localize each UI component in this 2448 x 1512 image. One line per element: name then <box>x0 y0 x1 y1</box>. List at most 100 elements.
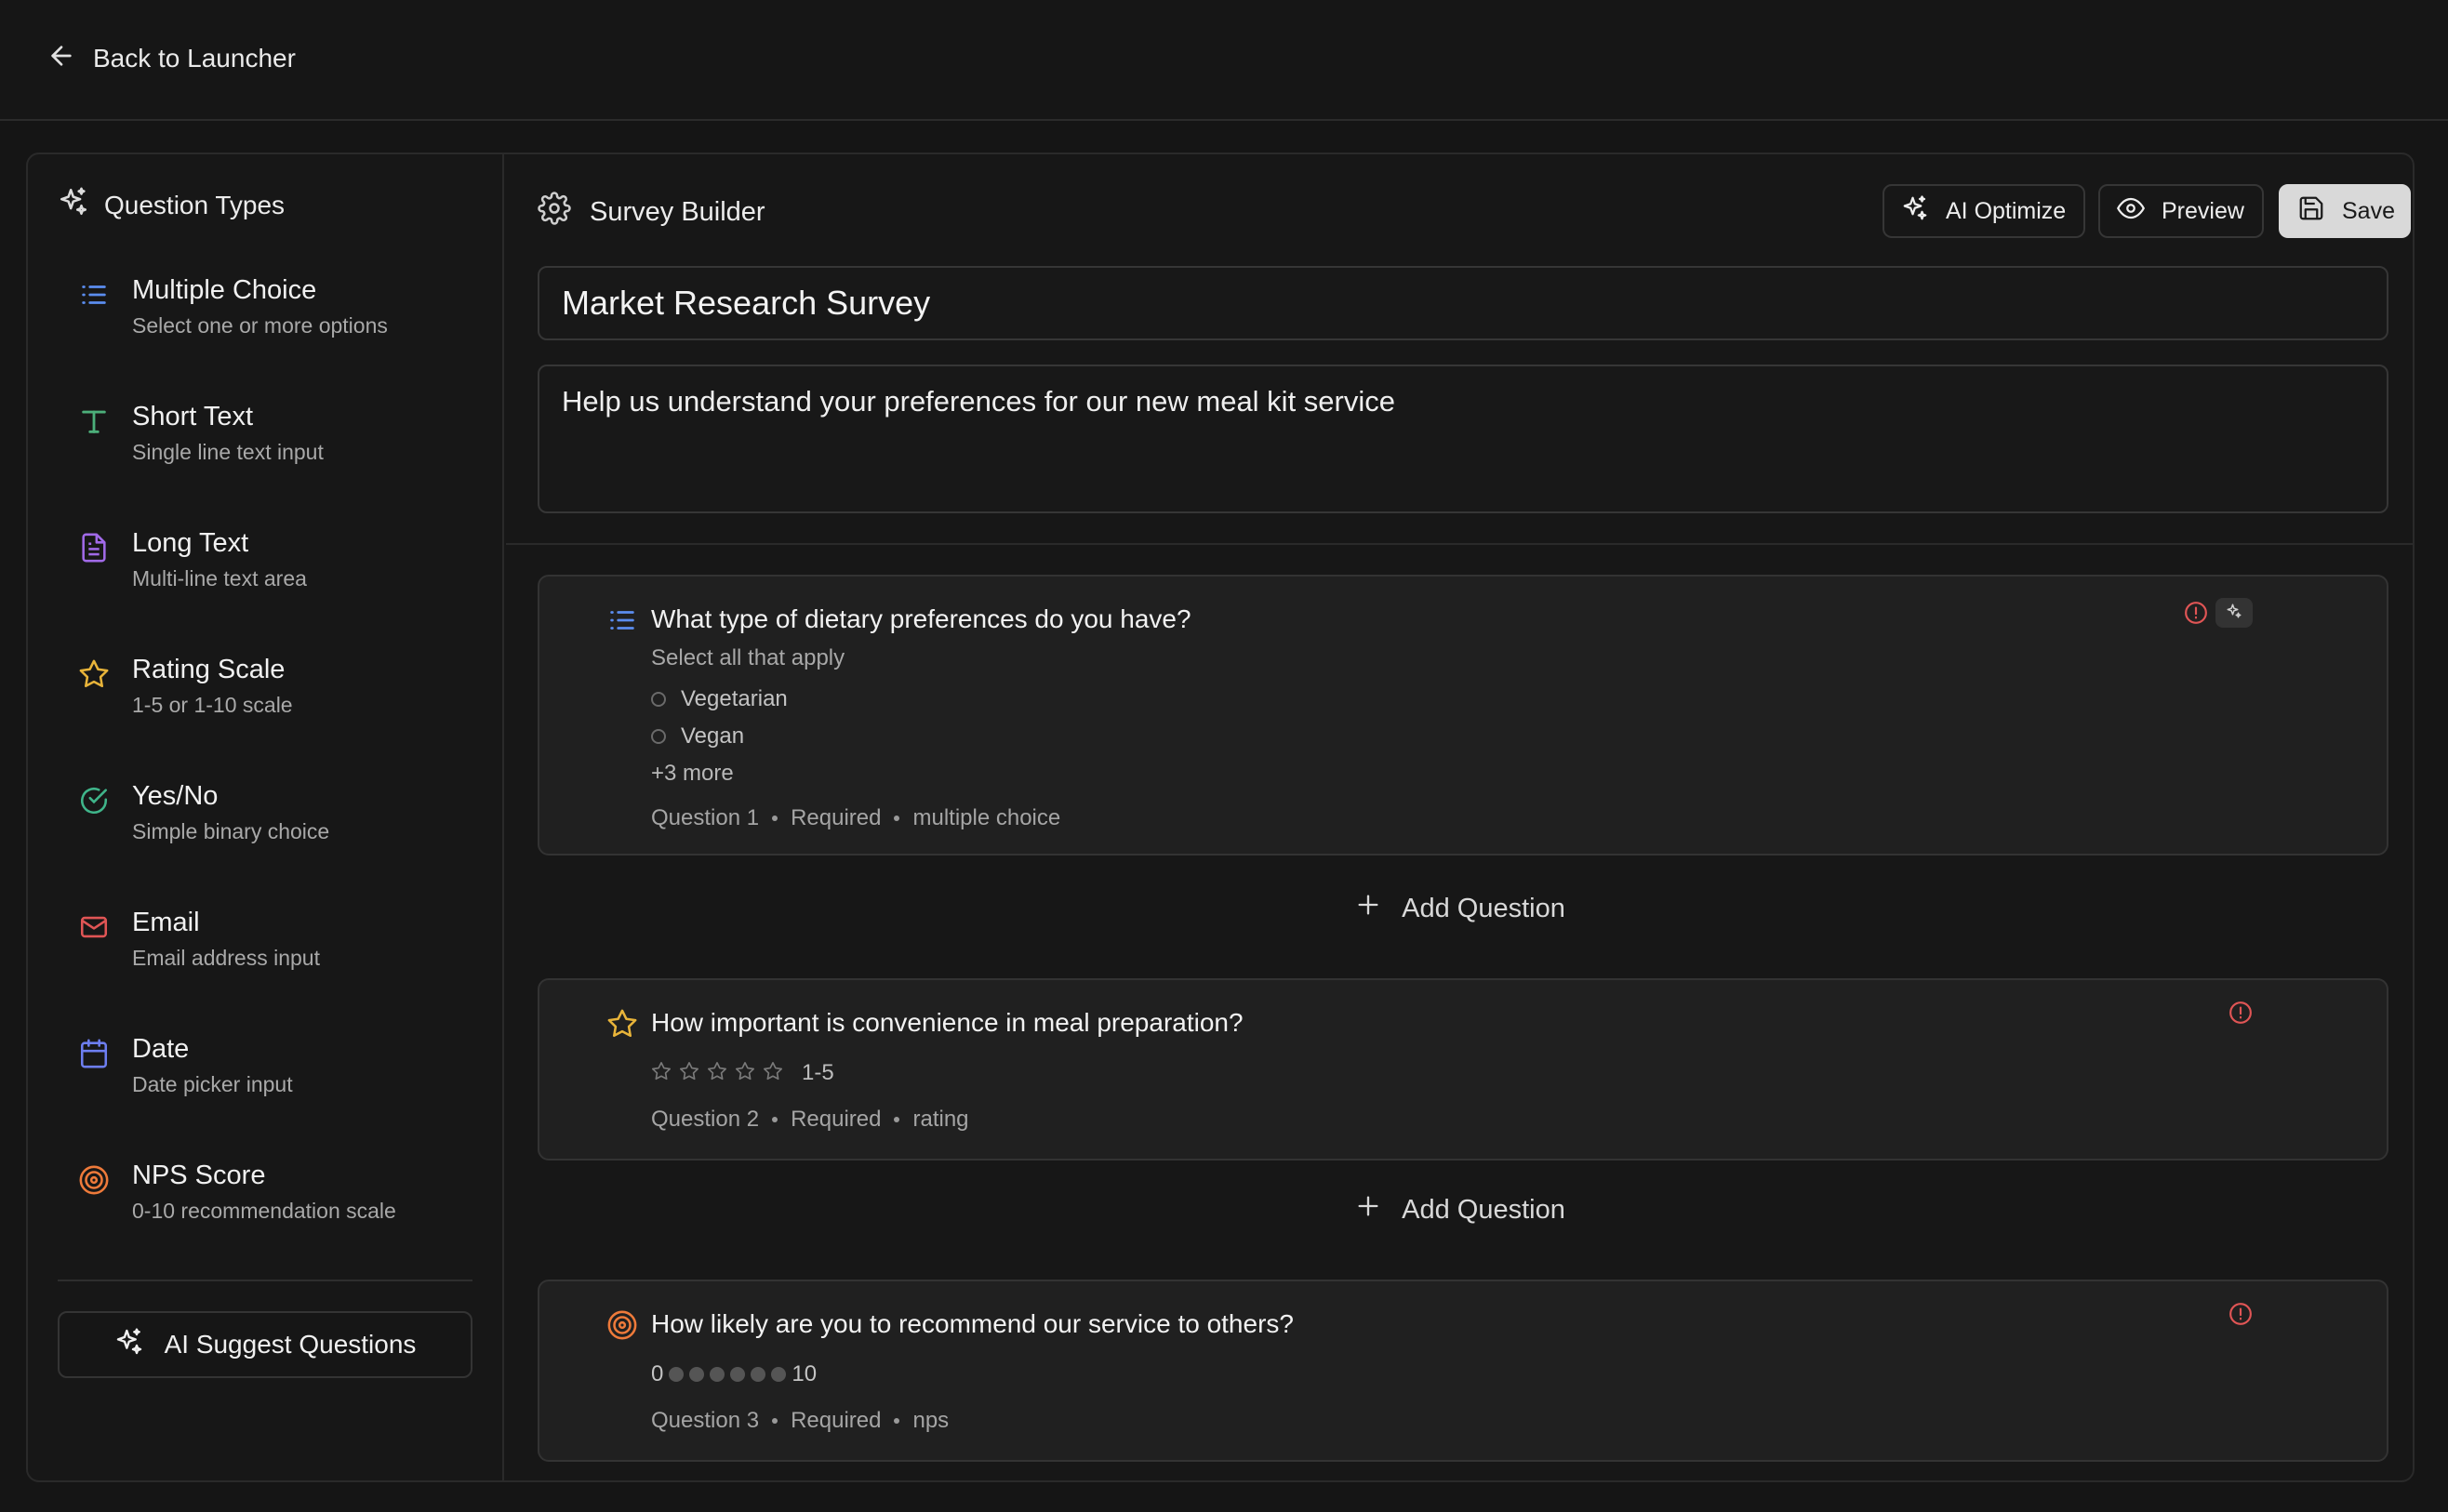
sparkles-icon <box>114 1327 144 1363</box>
question-number: Question 3 <box>651 1408 760 1433</box>
plus-icon <box>1355 1193 1381 1227</box>
separator-dot <box>894 1418 900 1424</box>
calendar-icon <box>78 1038 110 1069</box>
ai-optimize-label: AI Optimize <box>1946 197 2067 224</box>
back-to-launcher-link[interactable]: Back to Launcher <box>47 35 296 82</box>
question-card-2[interactable]: How important is convenience in meal pre… <box>538 978 2388 1161</box>
type-title: Email <box>132 908 200 937</box>
type-nps-score[interactable]: NPS Score 0-10 recommendation scale <box>78 1161 478 1263</box>
option-label: Vegan <box>681 723 745 749</box>
type-title: Multiple Choice <box>132 275 317 305</box>
type-multiple-choice[interactable]: Multiple Choice Select one or more optio… <box>78 275 478 378</box>
question-number: Question 2 <box>651 1107 760 1132</box>
check-circle-icon <box>78 785 110 816</box>
type-description: Date picker input <box>132 1072 293 1096</box>
document-icon <box>78 532 110 564</box>
type-title: Date <box>132 1034 190 1064</box>
type-description: Single line text input <box>132 440 324 464</box>
question-card-3[interactable]: How likely are you to recommend our serv… <box>538 1280 2388 1462</box>
gear-icon <box>538 192 571 232</box>
survey-title-input[interactable] <box>538 266 2388 340</box>
type-title: Short Text <box>132 402 254 431</box>
star-icon <box>78 658 110 690</box>
nps-min-label: 0 <box>651 1361 664 1386</box>
floppy-disk-icon <box>2297 194 2325 229</box>
ai-suggest-questions-button[interactable]: AI Suggest Questions <box>58 1311 472 1378</box>
star-outline-icon <box>679 1061 699 1086</box>
ai-optimize-button[interactable]: AI Optimize <box>1883 184 2085 238</box>
arrow-left-icon <box>47 41 76 77</box>
sparkles-icon <box>1901 194 1929 229</box>
ai-enhance-button[interactable] <box>2215 598 2253 628</box>
question-meta: Question 1 Required multiple choice <box>651 805 1060 831</box>
eye-icon <box>2116 194 2146 229</box>
preview-button[interactable]: Preview <box>2098 184 2264 238</box>
more-options-label: +3 more <box>651 761 734 786</box>
rating-preview: 1-5 <box>651 1060 834 1086</box>
nps-preview: 0 10 <box>651 1361 817 1387</box>
top-bar: Back to Launcher <box>0 0 2448 121</box>
star-outline-icon <box>707 1061 727 1086</box>
add-question-label: Add Question <box>1402 1194 1565 1225</box>
nps-dot <box>710 1367 725 1382</box>
separator-dot <box>894 1117 900 1122</box>
radio-circle <box>651 692 666 707</box>
builder-title: Survey Builder <box>538 192 765 232</box>
type-description: Select one or more options <box>132 313 388 338</box>
alert-circle-icon[interactable] <box>2228 1001 2253 1025</box>
nps-dot <box>689 1367 705 1382</box>
type-description: 0-10 recommendation scale <box>132 1199 396 1223</box>
survey-builder-main: Survey Builder AI Optimize Preview Save … <box>506 154 2413 1480</box>
type-date[interactable]: Date Date picker input <box>78 1034 478 1136</box>
option-item: Vegetarian <box>651 686 788 712</box>
ai-suggest-label: AI Suggest Questions <box>164 1330 417 1359</box>
star-outline-icon <box>735 1061 755 1086</box>
type-title: Yes/No <box>132 781 219 811</box>
type-short-text[interactable]: Short Text Single line text input <box>78 402 478 504</box>
list-icon <box>606 604 638 636</box>
preview-label: Preview <box>2162 197 2244 224</box>
sparkles-icon <box>2226 603 2242 624</box>
radio-circle <box>651 729 666 744</box>
target-icon <box>78 1164 110 1196</box>
nps-dot <box>730 1367 746 1382</box>
alert-circle-icon[interactable] <box>2228 1302 2253 1326</box>
required-label: Required <box>791 1107 882 1132</box>
save-label: Save <box>2342 197 2395 224</box>
sparkles-icon <box>58 186 89 224</box>
separator-dot <box>772 1418 778 1424</box>
separator-dot <box>894 816 900 821</box>
type-email[interactable]: Email Email address input <box>78 908 478 1010</box>
star-outline-icon <box>763 1061 783 1086</box>
add-question-button[interactable]: Add Question <box>506 885 2413 932</box>
question-title: How likely are you to recommend our serv… <box>651 1309 1294 1338</box>
save-button[interactable]: Save <box>2279 184 2411 238</box>
type-yes-no[interactable]: Yes/No Simple binary choice <box>78 781 478 883</box>
back-label: Back to Launcher <box>93 44 296 73</box>
question-type-label: multiple choice <box>912 805 1061 830</box>
question-title: How important is convenience in meal pre… <box>651 1008 1244 1037</box>
type-title: Rating Scale <box>132 655 286 684</box>
sidebar-divider <box>58 1280 472 1281</box>
type-description: Simple binary choice <box>132 819 330 843</box>
question-title: What type of dietary preferences do you … <box>651 604 1191 633</box>
add-question-label: Add Question <box>1402 893 1565 923</box>
survey-description-input[interactable]: Help us understand your preferences for … <box>538 365 2388 513</box>
type-rating-scale[interactable]: Rating Scale 1-5 or 1-10 scale <box>78 655 478 757</box>
add-question-button[interactable]: Add Question <box>506 1187 2413 1233</box>
text-icon <box>78 405 110 437</box>
nps-max-label: 10 <box>792 1361 818 1386</box>
required-label: Required <box>791 805 882 830</box>
separator-dot <box>772 816 778 821</box>
scale-label: 1-5 <box>802 1060 834 1085</box>
alert-circle-icon[interactable] <box>2184 601 2208 625</box>
builder-title-label: Survey Builder <box>590 196 765 227</box>
question-card-1[interactable]: What type of dietary preferences do you … <box>538 575 2388 855</box>
type-title: NPS Score <box>132 1161 266 1190</box>
list-icon <box>78 279 110 311</box>
header-divider <box>506 543 2413 545</box>
star-outline-icon <box>651 1061 672 1086</box>
type-long-text[interactable]: Long Text Multi-line text area <box>78 528 478 630</box>
question-meta: Question 3 Required nps <box>651 1408 949 1434</box>
separator-dot <box>772 1117 778 1122</box>
